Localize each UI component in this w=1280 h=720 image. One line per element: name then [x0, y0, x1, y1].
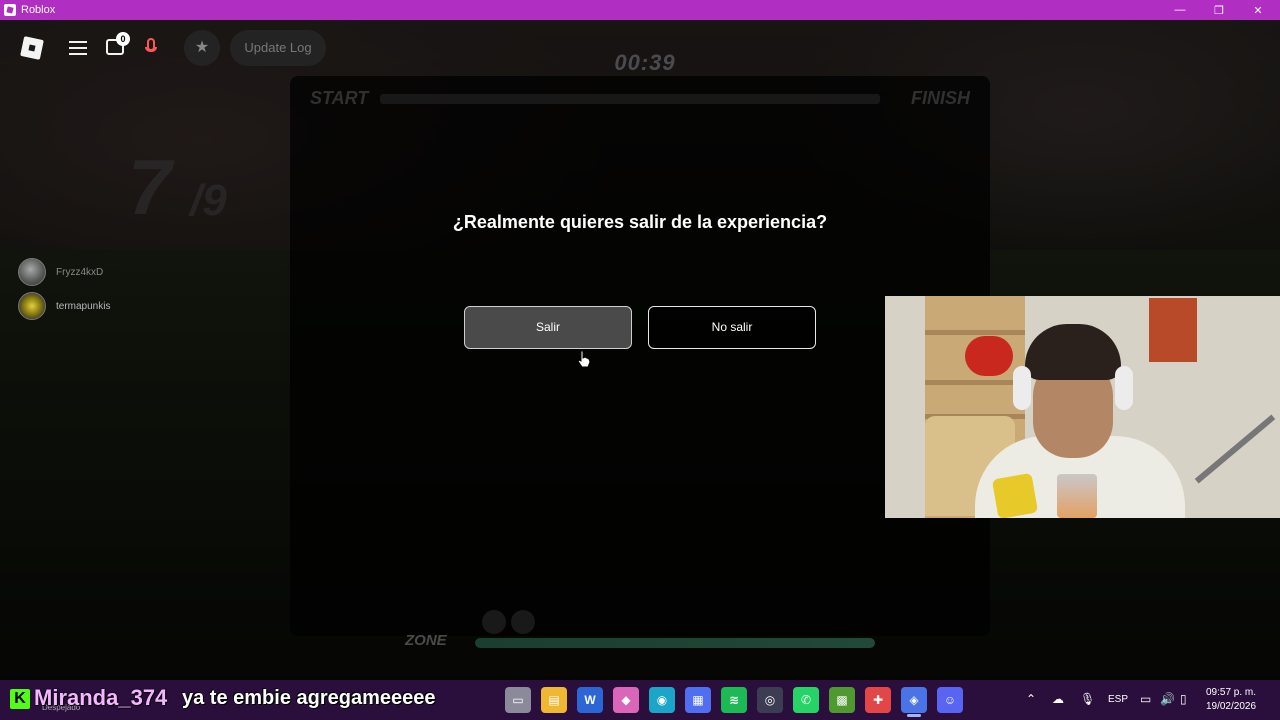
word-icon[interactable]: W: [577, 687, 603, 713]
window-titlebar: Roblox — ❐ ✕: [0, 0, 1280, 20]
window-title: Roblox: [21, 4, 56, 16]
race-progress-track: [380, 94, 880, 104]
restore-button[interactable]: ❐: [1199, 0, 1239, 20]
zone-progress: ZONE: [405, 632, 875, 650]
clock-time[interactable]: 09:57 p. m.: [1200, 687, 1262, 698]
circle-button: [482, 610, 506, 634]
zone-progress-fill: [475, 638, 875, 648]
task-view-icon[interactable]: ▭: [505, 687, 531, 713]
volume-icon[interactable]: 🔊: [1160, 692, 1175, 706]
store-icon[interactable]: ▦: [685, 687, 711, 713]
headphone-icon: [1115, 366, 1133, 410]
player-list: Fryzz4kxD termapunkis: [18, 257, 110, 325]
battery-icon[interactable]: ▯: [1180, 692, 1187, 706]
joystick-icon[interactable]: ✚: [865, 687, 891, 713]
language-indicator[interactable]: ESP: [1108, 694, 1128, 705]
hamburger-menu-icon[interactable]: [69, 41, 87, 55]
zone-label: ZONE: [405, 632, 447, 649]
chat-username: Miranda_374: [34, 685, 168, 710]
webcam-person-hair: [1025, 324, 1121, 380]
spotify-icon[interactable]: ≋: [721, 687, 747, 713]
player-name: Fryzz4kxD: [56, 266, 104, 278]
discord-icon[interactable]: ☺: [937, 687, 963, 713]
webcam-mic-arm: [1194, 414, 1276, 484]
kick-badge-icon: K: [10, 689, 30, 709]
player-item[interactable]: Fryzz4kxD: [18, 257, 110, 287]
file-explorer-icon[interactable]: ▤: [541, 687, 567, 713]
webcam-mug: [1057, 474, 1097, 518]
finish-label: FINISH: [910, 88, 970, 108]
update-log-button[interactable]: Update Log: [230, 30, 326, 66]
star-icon[interactable]: ★: [184, 30, 220, 66]
cloud-icon[interactable]: ☁: [1052, 692, 1064, 706]
exit-button[interactable]: Salir: [464, 306, 632, 349]
network-icon[interactable]: ▭: [1140, 692, 1151, 706]
stream-chat-message: K Miranda_374 ya te embie agregameeeee: [0, 680, 490, 720]
avatar: [18, 292, 46, 320]
system-tray: ⌃ ☁ 🎙 ESP ▭ 🔊 ▯ 09:57 p. m. 19/02/2026: [1000, 680, 1280, 720]
minimize-button[interactable]: —: [1160, 0, 1200, 20]
game-viewport: 7 /9 00:39 START FINISH 0 ★ Update Log F…: [0, 20, 1280, 680]
leave-dialog-title: ¿Realmente quieres salir de la experienc…: [452, 212, 828, 232]
webcam-shirt-print: [991, 472, 1039, 518]
start-label: START: [310, 88, 369, 108]
copilot-icon[interactable]: ◆: [613, 687, 639, 713]
headphone-icon: [1013, 366, 1031, 410]
microphone-muted-icon[interactable]: [145, 38, 157, 60]
hand-cursor-icon: [577, 350, 591, 368]
close-window-button[interactable]: ✕: [1238, 0, 1278, 20]
obs-icon[interactable]: ◎: [757, 687, 783, 713]
roblox-app-icon: [4, 4, 16, 16]
webcam-plush: [965, 336, 1013, 376]
avatar: [18, 258, 46, 286]
race-progress: START FINISH: [310, 88, 970, 110]
race-timer: 00:39: [614, 50, 676, 75]
player-name: termapunkis: [56, 300, 111, 312]
clock-date[interactable]: 19/02/2026: [1200, 701, 1262, 712]
chat-message: ya te embie agregameeeee: [182, 687, 436, 709]
roblox-icon[interactable]: ◈: [901, 687, 927, 717]
taskbar-apps: ▭ ▤ W ◆ ◉ ▦ ≋ ◎ ✆ ▩ ✚ ◈ ☺: [500, 684, 968, 717]
circle-button: [511, 610, 535, 634]
edge-icon[interactable]: ◉: [649, 687, 675, 713]
minecraft-icon[interactable]: ▩: [829, 687, 855, 713]
roblox-menu-icon[interactable]: [20, 36, 44, 60]
webcam-overlay: [885, 296, 1280, 518]
chat-unread-badge: 0: [116, 32, 130, 46]
player-item[interactable]: termapunkis: [18, 291, 110, 321]
chevron-up-icon[interactable]: ⌃: [1026, 692, 1036, 706]
stay-button[interactable]: No salir: [648, 306, 816, 349]
whatsapp-icon[interactable]: ✆: [793, 687, 819, 713]
microphone-icon[interactable]: 🎙: [1080, 692, 1095, 706]
webcam-poster: [1149, 298, 1197, 362]
